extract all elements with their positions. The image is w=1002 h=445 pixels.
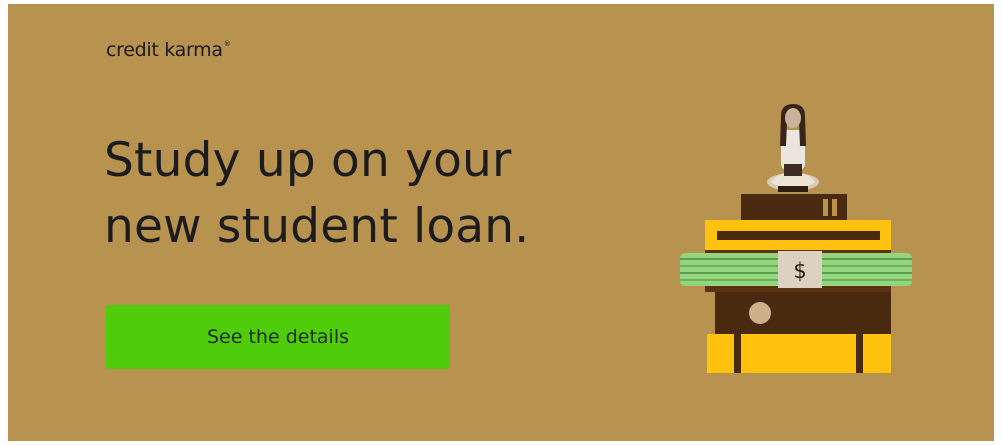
book-stack: $ — [680, 194, 912, 373]
ad-headline: Study up on your new student loan. — [104, 128, 529, 260]
credit-karma-logo[interactable]: credit karma® — [106, 39, 231, 61]
headline-line-1: Study up on your — [104, 133, 512, 188]
cash-stack: $ — [680, 251, 912, 288]
brown-book — [715, 292, 891, 334]
see-details-button[interactable]: See the details — [106, 305, 450, 369]
student-on-books-illustration: $ — [680, 104, 912, 373]
dollar-icon: $ — [793, 259, 806, 283]
top-book — [741, 194, 847, 220]
ad-banner[interactable]: credit karma® Study up on your new stude… — [8, 4, 994, 441]
brand-mark: ® — [223, 40, 231, 48]
student-figure — [767, 104, 819, 192]
brand-name: credit karma — [106, 39, 223, 61]
headline-line-2: new student loan. — [104, 199, 530, 254]
